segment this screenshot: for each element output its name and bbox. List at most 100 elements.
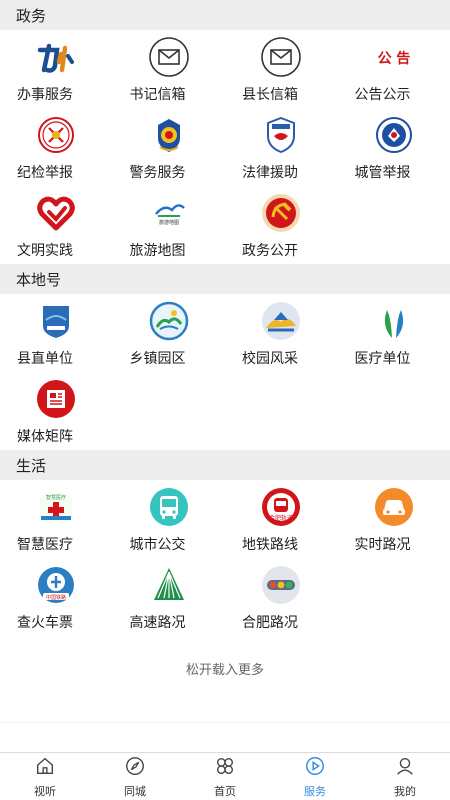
svg-text:中国铁路: 中国铁路 [46, 594, 66, 601]
svg-text:公 告: 公 告 [377, 50, 410, 67]
tab-label: 服务 [304, 784, 326, 798]
smart-medical-icon: 智慧医疗 [0, 480, 113, 528]
service-item[interactable]: 纪检举报 [0, 108, 113, 186]
county-shield-icon [0, 294, 113, 342]
service-item-label: 公告公示 [354, 87, 411, 103]
service-grid: 智慧医疗 智慧医疗 城市公交 合肥轨道 地铁路线 实时路况 中国铁路 查火车票 高速路况 合肥路况 [0, 480, 450, 636]
service-item[interactable]: 实时路况 [338, 480, 450, 558]
service-item[interactable]: 县长信箱 [225, 30, 338, 108]
legal-aid-icon [225, 108, 338, 156]
gonggao-text-icon: 公 告 [338, 30, 450, 78]
hammer-sickle-icon [225, 186, 338, 234]
service-item[interactable]: 警务服务 [113, 108, 226, 186]
tab-item[interactable]: 同城 [90, 753, 180, 800]
service-page: 政务 办事服务 书记信箱 县长信箱 公 告公告公示纪检举报 警务服务 法律援助 城管举报文明… [0, 0, 450, 694]
tab-item[interactable]: 我的 [360, 753, 450, 800]
section-header: 生活 [0, 450, 450, 480]
service-item-label: 实时路况 [354, 537, 411, 553]
section-bendihao: 本地号 县直单位 乡镇园区 校园风采 医疗单位媒体矩阵 [0, 264, 450, 450]
service-item-label: 办事服务 [17, 87, 73, 103]
chengguan-badge-icon [338, 108, 450, 156]
campus-icon [225, 294, 338, 342]
service-item-label: 查火车票 [17, 615, 73, 631]
service-item[interactable]: 合肥路况 [225, 558, 338, 636]
service-item[interactable]: 中国铁路查火车票 [0, 558, 113, 636]
car-icon [338, 480, 450, 528]
service-item[interactable]: 县直单位 [0, 294, 113, 372]
railway-icon: 中国铁路 [0, 558, 113, 606]
tab-label: 首页 [214, 784, 236, 798]
service-item-label: 合肥路况 [242, 615, 298, 631]
tourism-logo-icon: 旅游地图 [113, 186, 226, 234]
section-header: 本地号 [0, 264, 450, 294]
service-item[interactable]: 高速路况 [113, 558, 226, 636]
service-item[interactable]: 文明实践 [0, 186, 113, 264]
police-badge-icon [113, 108, 226, 156]
mail-icon [225, 30, 338, 78]
svg-text:智慧医疗: 智慧医疗 [46, 494, 66, 501]
service-item[interactable]: 旅游地图 旅游地图 [113, 186, 226, 264]
svg-text:旅游地图: 旅游地图 [159, 219, 179, 226]
tab-label: 视听 [34, 784, 56, 798]
banshi-logo-icon [0, 30, 113, 78]
section-header: 政务 [0, 0, 450, 30]
service-item[interactable]: 政务公开 [225, 186, 338, 264]
service-item-label: 媒体矩阵 [17, 429, 73, 445]
service-item[interactable]: 城管举报 [338, 108, 450, 186]
service-item-label: 文明实践 [17, 243, 73, 259]
bus-icon [113, 480, 226, 528]
section-shenghuo: 生活 智慧医疗 智慧医疗 城市公交 合肥轨道 地铁路线 实时路况 中国铁路 查火车票 高速路况合… [0, 450, 450, 636]
divider [0, 722, 450, 723]
service-item-label: 智慧医疗 [17, 537, 73, 553]
service-item[interactable]: 城市公交 [113, 480, 226, 558]
tab-item[interactable]: 服务 [270, 753, 360, 800]
service-item-label: 城管举报 [354, 165, 411, 181]
service-item[interactable]: 法律援助 [225, 108, 338, 186]
jijian-emblem-icon [0, 108, 113, 156]
user-icon [394, 755, 416, 781]
service-item[interactable]: 乡镇园区 [113, 294, 226, 372]
service-item[interactable]: 办事服务 [0, 30, 113, 108]
clover-icon [214, 755, 236, 781]
service-item-label: 书记信箱 [129, 87, 186, 103]
play-circle-icon [304, 755, 326, 781]
service-item-label: 地铁路线 [242, 537, 298, 553]
service-item[interactable]: 合肥轨道地铁路线 [225, 480, 338, 558]
service-item-label: 医疗单位 [354, 351, 411, 367]
newspaper-icon [0, 372, 113, 420]
service-item-label: 旅游地图 [129, 243, 186, 259]
service-item-label: 县直单位 [17, 351, 73, 367]
service-item-label: 城市公交 [129, 537, 186, 553]
house-icon [34, 755, 56, 781]
highway-icon [113, 558, 226, 606]
metro-icon: 合肥轨道 [225, 480, 338, 528]
traffic-light-icon [225, 558, 338, 606]
load-more-hint: 松开载入更多 [185, 662, 264, 678]
service-item-label: 法律援助 [242, 165, 298, 181]
service-item[interactable]: 校园风采 [225, 294, 338, 372]
service-item[interactable]: 智慧医疗 智慧医疗 [0, 480, 113, 558]
medical-leaf-icon [338, 294, 450, 342]
service-item[interactable]: 医疗单位 [338, 294, 450, 372]
tab-label: 我的 [394, 784, 416, 798]
section-zhengwu: 政务 办事服务 书记信箱 县长信箱 公 告公告公示纪检举报 警务服务 法律援助 城管举报文明… [0, 0, 450, 264]
tab-label: 同城 [124, 784, 146, 798]
service-item-label: 警务服务 [129, 165, 186, 181]
service-item-label: 高速路况 [129, 615, 186, 631]
svg-text:合肥轨道: 合肥轨道 [269, 514, 293, 522]
heart-icon [0, 186, 113, 234]
service-item-label: 县长信箱 [242, 87, 298, 103]
town-park-icon [113, 294, 226, 342]
service-item-label: 校园风采 [242, 351, 298, 367]
tab-item[interactable]: 首页 [180, 753, 270, 800]
tab-item[interactable]: 视听 [0, 753, 90, 800]
service-item-label: 政务公开 [242, 243, 298, 259]
service-item[interactable]: 公 告公告公示 [338, 30, 450, 108]
service-item-label: 乡镇园区 [129, 351, 186, 367]
bottom-tab-bar: 视听 同城 首页 服务 我的 [0, 752, 450, 800]
service-item-label: 纪检举报 [17, 165, 73, 181]
service-item[interactable]: 书记信箱 [113, 30, 226, 108]
mail-icon [113, 30, 226, 78]
service-grid: 县直单位 乡镇园区 校园风采 医疗单位媒体矩阵 [0, 294, 450, 450]
service-item[interactable]: 媒体矩阵 [0, 372, 113, 450]
